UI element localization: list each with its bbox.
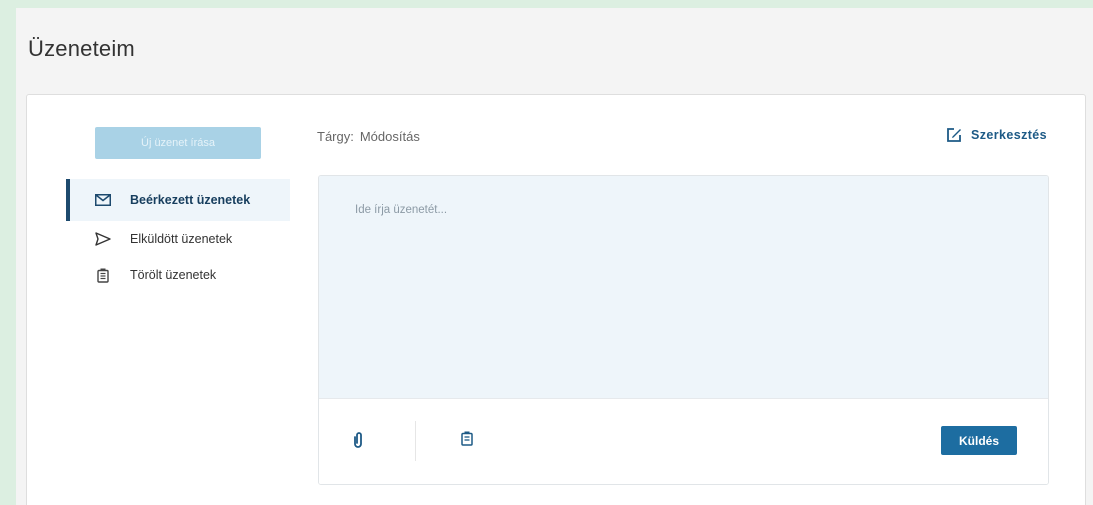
footer-divider bbox=[415, 421, 416, 461]
subject-line: Tárgy: Módosítás bbox=[317, 129, 420, 144]
trash-icon bbox=[94, 268, 112, 283]
message-body-input[interactable] bbox=[319, 176, 1048, 398]
edit-label: Szerkesztés bbox=[971, 128, 1047, 142]
edit-button[interactable]: Szerkesztés bbox=[946, 127, 1047, 143]
subject-value: Módosítás bbox=[359, 129, 420, 144]
messages-card: Új üzenet írása Beérkezett üzenetek Elkü… bbox=[26, 94, 1086, 505]
mail-icon bbox=[94, 193, 112, 207]
folder-deleted[interactable]: Törölt üzenetek bbox=[66, 257, 290, 293]
message-composer: Küldés bbox=[318, 175, 1049, 485]
subject-label: Tárgy: bbox=[317, 129, 354, 144]
page-title: Üzeneteim bbox=[28, 36, 135, 61]
folder-inbox-label: Beérkezett üzenetek bbox=[130, 193, 251, 207]
app-window: Üzeneteim Új üzenet írása Beérkezett üze… bbox=[16, 8, 1093, 505]
discard-trash-icon[interactable] bbox=[461, 431, 473, 451]
folder-list: Beérkezett üzenetek Elküldött üzenetek T… bbox=[66, 179, 290, 293]
send-icon bbox=[94, 232, 112, 246]
composer-footer: Küldés bbox=[319, 398, 1048, 484]
new-message-button[interactable]: Új üzenet írása bbox=[95, 127, 261, 159]
send-button[interactable]: Küldés bbox=[941, 426, 1017, 455]
folder-sent[interactable]: Elküldött üzenetek bbox=[66, 221, 290, 257]
edit-icon bbox=[947, 128, 962, 142]
attachment-icon[interactable] bbox=[353, 431, 363, 454]
folder-sent-label: Elküldött üzenetek bbox=[130, 232, 233, 246]
folder-inbox[interactable]: Beérkezett üzenetek bbox=[66, 179, 290, 221]
folder-deleted-label: Törölt üzenetek bbox=[130, 268, 217, 282]
